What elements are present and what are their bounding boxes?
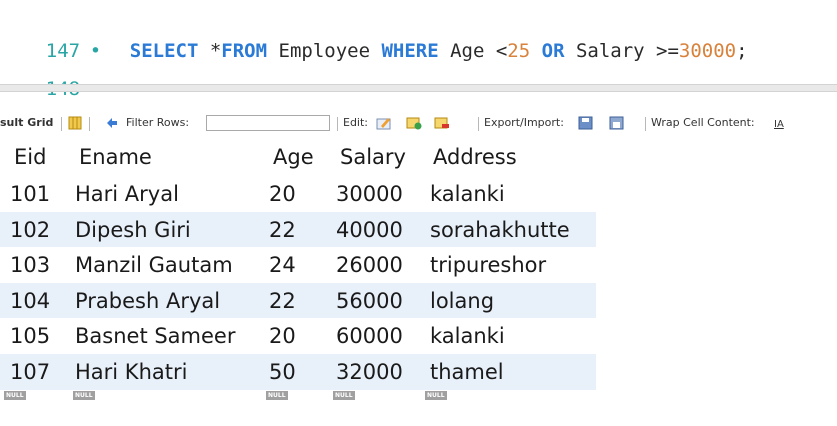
cell-ename[interactable]: Hari Khatri [75, 354, 187, 390]
export-import-label: Export/Import: [484, 116, 564, 129]
cell-address[interactable]: tripureshor [430, 247, 546, 283]
cell-eid[interactable]: 101 [10, 176, 50, 212]
sql-table-name: Employee [267, 40, 382, 62]
null-badge: NULL [266, 391, 288, 400]
null-badge: NULL [425, 391, 447, 400]
filter-rows-input[interactable] [206, 115, 330, 131]
column-header-address[interactable]: Address [433, 140, 517, 174]
table-row[interactable]: 105 Basnet Sameer 20 60000 kalanki [0, 318, 596, 354]
add-row-icon[interactable] [406, 116, 422, 130]
edit-row-icon[interactable] [376, 116, 392, 130]
grid-header: Eid Ename Age Salary Address [0, 140, 596, 174]
null-badge: NULL [333, 391, 355, 400]
cell-salary[interactable]: 60000 [336, 318, 403, 354]
sql-editor[interactable]: 147 • SELECT *FROM Employee WHERE Age <25 … [0, 0, 837, 100]
cell-ename[interactable]: Manzil Gautam [75, 247, 233, 283]
cell-address[interactable]: kalanki [430, 318, 505, 354]
sql-star: * [198, 40, 222, 62]
cell-salary[interactable]: 32000 [336, 354, 403, 390]
column-header-salary[interactable]: Salary [340, 140, 406, 174]
column-header-age[interactable]: Age [273, 140, 314, 174]
cell-age[interactable]: 50 [269, 354, 296, 390]
wrap-icon[interactable]: IA [772, 116, 788, 130]
cell-salary[interactable]: 56000 [336, 283, 403, 319]
sql-condition-salary: Salary >= [564, 40, 679, 62]
export-icon[interactable] [578, 116, 594, 130]
divider [478, 117, 479, 131]
column-header-eid[interactable]: Eid [14, 140, 46, 174]
table-row[interactable]: 107 Hari Khatri 50 32000 thamel [0, 353, 596, 390]
cell-eid[interactable]: 105 [10, 318, 50, 354]
cell-ename[interactable]: Basnet Sameer [75, 318, 235, 354]
cell-salary[interactable]: 40000 [336, 212, 403, 248]
table-row[interactable]: 102 Dipesh Giri 22 40000 sorahakhutte [0, 211, 596, 248]
edit-label: Edit: [343, 116, 369, 129]
cell-salary[interactable]: 26000 [336, 247, 403, 283]
sql-number-25: 25 [507, 40, 531, 62]
cell-ename[interactable]: Prabesh Aryal [75, 283, 220, 319]
cell-age[interactable]: 24 [269, 247, 296, 283]
wrap-cell-content-label: Wrap Cell Content: [651, 116, 755, 129]
cell-address[interactable]: lolang [430, 283, 494, 319]
refresh-icon[interactable] [104, 116, 120, 130]
sql-condition-age: Age < [438, 40, 508, 62]
editor-line-148[interactable]: 148 [0, 44, 90, 100]
cell-address[interactable]: kalanki [430, 176, 505, 212]
editor-line-147[interactable]: 147 • SELECT *FROM Employee WHERE Age <25 … [0, 6, 748, 62]
null-badge: NULL [73, 391, 95, 400]
column-header-ename[interactable]: Ename [79, 140, 152, 174]
sql-keyword-from: FROM [221, 40, 268, 62]
sql-semicolon: ; [736, 40, 748, 62]
cell-eid[interactable]: 104 [10, 283, 50, 319]
cell-ename[interactable]: Hari Aryal [75, 176, 179, 212]
cell-age[interactable]: 22 [269, 283, 296, 319]
result-grid-tab[interactable]: sult Grid [0, 108, 53, 138]
cell-age[interactable]: 20 [269, 318, 296, 354]
sql-keyword-where: WHERE [381, 40, 439, 62]
grid-icon[interactable] [67, 116, 83, 130]
cell-age[interactable]: 20 [269, 176, 296, 212]
divider [645, 117, 646, 131]
null-badge: NULL [4, 391, 26, 400]
cell-salary[interactable]: 30000 [336, 176, 403, 212]
filter-rows-label: Filter Rows: [126, 116, 190, 129]
cell-eid[interactable]: 107 [10, 354, 50, 390]
result-toolbar: sult Grid Filter Rows: Edit: Export/Impo… [0, 108, 837, 138]
divider [337, 117, 338, 131]
cell-eid[interactable]: 102 [10, 212, 50, 248]
statement-marker-icon: • [89, 40, 102, 62]
sql-number-30000: 30000 [678, 40, 737, 62]
cell-address[interactable]: sorahakhutte [430, 212, 570, 248]
cell-eid[interactable]: 103 [10, 247, 50, 283]
cell-address[interactable]: thamel [430, 354, 504, 390]
svg-text:IA: IA [774, 119, 784, 130]
table-row[interactable]: 103 Manzil Gautam 24 26000 tripureshor [0, 247, 596, 283]
cell-age[interactable]: 22 [269, 212, 296, 248]
divider [89, 117, 90, 131]
divider [61, 117, 62, 131]
table-row[interactable]: 101 Hari Aryal 20 30000 kalanki [0, 176, 596, 212]
table-row[interactable]: 104 Prabesh Aryal 22 56000 lolang [0, 282, 596, 319]
cell-ename[interactable]: Dipesh Giri [75, 212, 191, 248]
import-icon[interactable] [609, 116, 625, 130]
delete-row-icon[interactable] [434, 116, 450, 130]
sql-keyword-or: OR [530, 40, 565, 62]
splitter[interactable] [0, 84, 837, 92]
sql-keyword-select: SELECT [129, 40, 199, 62]
